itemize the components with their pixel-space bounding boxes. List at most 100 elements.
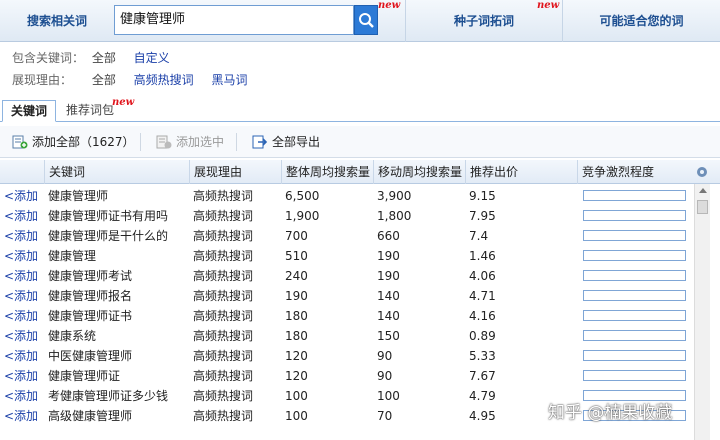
reason-cell: 高频热搜词 (193, 349, 254, 363)
reason-cell: 高频热搜词 (193, 329, 254, 343)
mobile-volume-cell: 3,900 (377, 189, 412, 203)
reason-cell: 高频热搜词 (193, 369, 254, 383)
add-selected-button[interactable]: 添加选中 (156, 126, 228, 158)
export-icon (252, 135, 268, 149)
add-selected-icon (156, 135, 172, 149)
bid-cell: 7.67 (469, 369, 496, 383)
table-row: <添加 健康管理师证书有用吗 高频热搜词 1,900 1,800 7.95 (0, 206, 694, 226)
scroll-up-icon[interactable] (699, 188, 707, 193)
competition-bar (583, 190, 686, 201)
mobile-volume-cell: 140 (377, 309, 400, 323)
add-link[interactable]: <添加 (0, 386, 44, 406)
mobile-volume-cell: 1,800 (377, 209, 412, 223)
column-header-reason[interactable]: 展现理由 (189, 160, 281, 184)
competition-bar (583, 230, 686, 241)
reason-cell: 高频热搜词 (193, 289, 254, 303)
keyword-cell: 健康管理师报名 (48, 289, 133, 303)
filter-option-all[interactable]: 全部 (92, 70, 116, 90)
mobile-volume-cell: 190 (377, 269, 400, 283)
competition-bar (583, 310, 686, 321)
add-link[interactable]: <添加 (0, 186, 44, 206)
add-link[interactable]: <添加 (0, 326, 44, 346)
add-link[interactable]: <添加 (0, 306, 44, 326)
overall-volume-cell: 190 (285, 289, 308, 303)
mobile-volume-cell: 90 (377, 369, 393, 383)
add-link[interactable]: <添加 (0, 266, 44, 286)
table-row: <添加 健康管理师考试 高频热搜词 240 190 4.06 (0, 266, 694, 286)
overall-volume-cell: 700 (285, 229, 308, 243)
vertical-scrollbar[interactable] (694, 184, 710, 440)
mobile-volume-cell: 190 (377, 249, 400, 263)
table-row: <添加 健康管理 高频热搜词 510 190 1.46 (0, 246, 694, 266)
column-header-competition[interactable]: 竞争激烈程度 (577, 160, 694, 184)
search-button[interactable] (354, 5, 378, 35)
overall-volume-cell: 180 (285, 329, 308, 343)
overall-volume-cell: 6,500 (285, 189, 320, 203)
add-link[interactable]: <添加 (0, 346, 44, 366)
table-row: <添加 健康管理师证 高频热搜词 120 90 7.67 (0, 366, 694, 386)
competition-bar (583, 270, 686, 281)
bid-cell: 7.95 (469, 209, 496, 223)
reason-cell: 高频热搜词 (193, 409, 254, 423)
export-all-button[interactable]: 全部导出 (252, 126, 332, 158)
add-link[interactable]: <添加 (0, 406, 44, 426)
competition-bar (583, 370, 686, 381)
add-link[interactable]: <添加 (0, 206, 44, 226)
add-link[interactable]: <添加 (0, 286, 44, 306)
tab-keywords[interactable]: 关键词 (2, 100, 57, 122)
keyword-cell: 健康管理师是干什么的 (48, 229, 169, 243)
column-header-overall-volume[interactable]: 整体周均搜索量 (281, 160, 373, 184)
overall-volume-cell: 510 (285, 249, 308, 263)
mobile-volume-cell: 150 (377, 329, 400, 343)
tab-seed-keywords-label: 种子词拓词 (453, 14, 514, 28)
table-row: <添加 健康管理师证书 高频热搜词 180 140 4.16 (0, 306, 694, 326)
search-tab-label[interactable]: 搜索相关词 (0, 0, 114, 42)
keyword-cell: 健康管理师证书 (48, 309, 133, 323)
keyword-cell: 健康管理 (48, 249, 97, 263)
keyword-cell: 健康管理师证 (48, 369, 121, 383)
overall-volume-cell: 100 (285, 389, 308, 403)
competition-bar (583, 250, 686, 261)
bid-cell: 4.16 (469, 309, 496, 323)
scrollbar-thumb[interactable] (697, 200, 708, 214)
add-link[interactable]: <添加 (0, 226, 44, 246)
search-bar: 搜索相关词 健康管理师 new 种子词拓词 new 可能适合您的词 (0, 0, 720, 42)
new-badge: new (112, 97, 135, 108)
filter-row-include: 包含关键词： 全部 自定义 (12, 48, 184, 68)
filter-label-include: 包含关键词： (12, 51, 85, 65)
tab-suggested-keywords[interactable]: 可能适合您的词 (562, 0, 720, 42)
filter-option-dark-horse[interactable]: 黑马词 (212, 70, 248, 90)
add-selected-label: 添加选中 (176, 135, 225, 149)
reason-cell: 高频热搜词 (193, 309, 254, 323)
add-all-label: 添加全部（1627） (32, 135, 135, 149)
filter-option-all[interactable]: 全部 (92, 48, 116, 68)
bid-cell: 4.71 (469, 289, 496, 303)
toolbar-divider (236, 133, 237, 151)
add-link[interactable]: <添加 (0, 246, 44, 266)
overall-volume-cell: 120 (285, 349, 308, 363)
mobile-volume-cell: 70 (377, 409, 393, 423)
filter-option-hot[interactable]: 高频热搜词 (134, 70, 194, 90)
column-header-keyword[interactable]: 关键词 (44, 160, 189, 184)
add-link[interactable]: <添加 (0, 366, 44, 386)
reason-cell: 高频热搜词 (193, 389, 254, 403)
column-settings-button[interactable] (694, 160, 710, 184)
mobile-volume-cell: 660 (377, 229, 400, 243)
bid-cell: 5.33 (469, 349, 496, 363)
competition-bar (583, 350, 686, 361)
column-header-mobile-volume[interactable]: 移动周均搜索量 (373, 160, 465, 184)
keyword-cell: 中医健康管理师 (48, 349, 133, 363)
column-header-bid[interactable]: 推荐出价 (465, 160, 577, 184)
add-all-button[interactable]: 添加全部（1627） (12, 126, 135, 158)
keyword-cell: 健康管理师考试 (48, 269, 133, 283)
filter-option-custom[interactable]: 自定义 (134, 48, 170, 68)
mobile-volume-cell: 90 (377, 349, 393, 363)
new-badge: new (378, 0, 401, 11)
bid-cell: 4.06 (469, 269, 496, 283)
filter-row-reason: 展现理由： 全部 高频热搜词 黑马词 (12, 70, 262, 90)
search-input[interactable]: 健康管理师 (114, 5, 354, 35)
new-badge: new (537, 0, 560, 11)
table-row: <添加 健康管理师是干什么的 高频热搜词 700 660 7.4 (0, 226, 694, 246)
keyword-cell: 高级健康管理师 (48, 409, 133, 423)
competition-bar (583, 290, 686, 301)
